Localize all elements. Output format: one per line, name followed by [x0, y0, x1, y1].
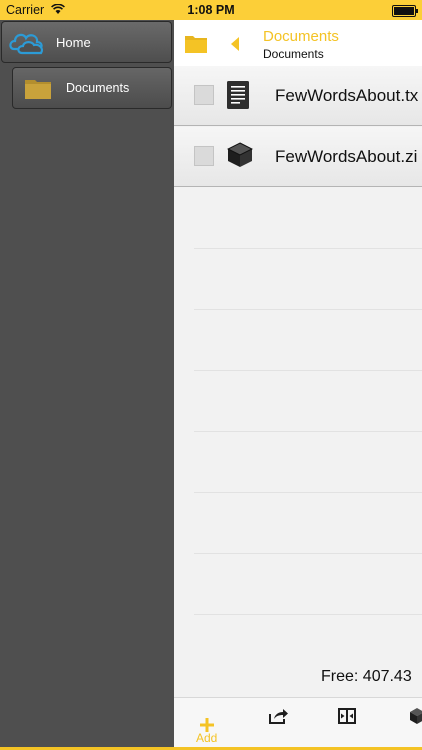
- back-arrow-icon[interactable]: [230, 37, 240, 56]
- divider: [194, 614, 422, 615]
- move-button[interactable]: [338, 698, 364, 748]
- sidebar-item-label: Documents: [66, 81, 130, 95]
- file-name: FewWordsAbout.tx: [275, 86, 419, 105]
- checkbox[interactable]: [194, 85, 214, 105]
- status-time: 1:08 PM: [187, 3, 235, 17]
- share-button[interactable]: [269, 698, 295, 748]
- divider: [194, 370, 422, 371]
- list-item[interactable]: FewWordsAbout.zi: [174, 127, 422, 187]
- divider: [194, 492, 422, 493]
- list-item[interactable]: FewWordsAbout.tx: [174, 66, 422, 126]
- text-document-icon: [227, 81, 249, 114]
- sidebar-item-documents[interactable]: Documents: [12, 67, 172, 109]
- battery-icon: [392, 5, 418, 17]
- file-list: FewWordsAbout.tx FewWordsAbout.zi Free: …: [174, 66, 422, 697]
- page-title: Documents: [263, 28, 339, 45]
- add-button[interactable]: Add: [193, 698, 223, 748]
- main-header: Documents Documents: [174, 20, 422, 66]
- share-icon: [269, 709, 288, 724]
- move-icon: [338, 708, 356, 724]
- sidebar-item-label: Home: [56, 35, 91, 50]
- cloud-icon: [8, 29, 48, 60]
- zip-box-icon: [226, 142, 254, 173]
- divider: [194, 431, 422, 432]
- checkbox[interactable]: [194, 146, 214, 166]
- divider: [194, 309, 422, 310]
- add-label: Add: [196, 731, 218, 745]
- zip-button[interactable]: [410, 698, 422, 748]
- status-bar: Carrier 1:08 PM: [0, 0, 422, 20]
- divider: [194, 553, 422, 554]
- breadcrumb: Documents: [263, 47, 324, 61]
- sidebar: Home Documents: [0, 20, 174, 750]
- bottom-toolbar: Add: [174, 697, 422, 747]
- folder-icon[interactable]: [185, 35, 207, 58]
- sidebar-item-home[interactable]: Home: [1, 21, 172, 63]
- zip-icon: [410, 708, 422, 724]
- folder-icon: [25, 78, 51, 104]
- file-name: FewWordsAbout.zi: [275, 147, 418, 166]
- free-space-label: Free: 407.43: [321, 668, 412, 685]
- divider: [194, 248, 422, 249]
